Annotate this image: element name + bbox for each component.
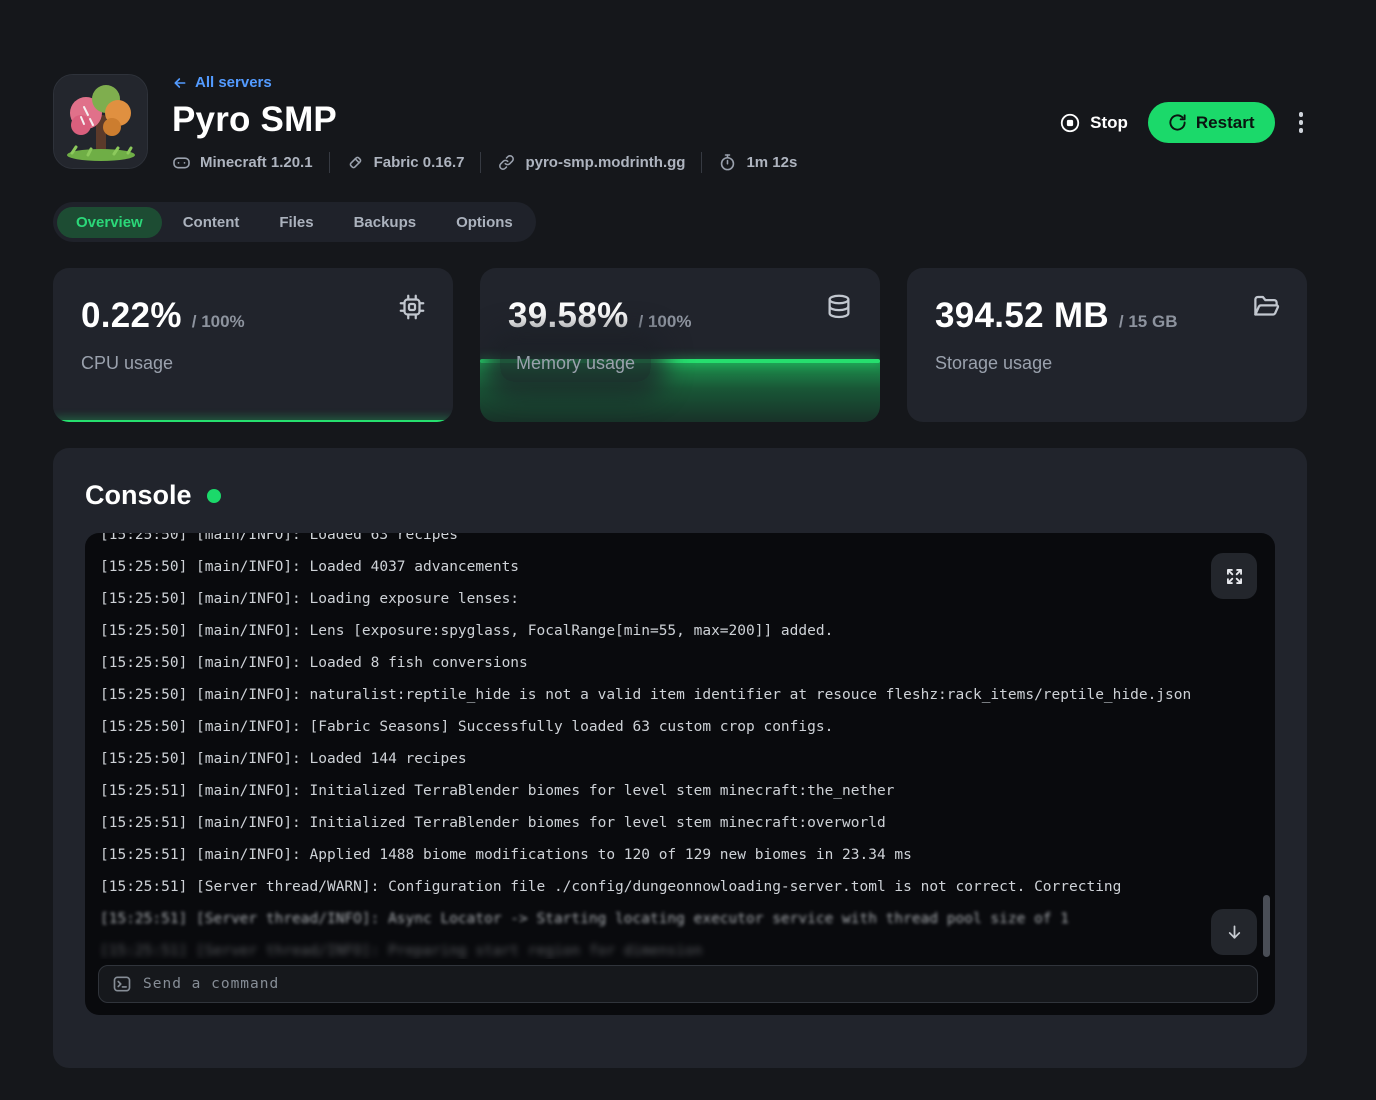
console-expand-button[interactable] (1211, 553, 1257, 599)
back-link-label: All servers (195, 74, 272, 91)
server-meta-row: Minecraft 1.20.1 Fabric 0.16.7 pyro-smp.… (172, 152, 797, 173)
cpu-usage-card: 0.22% / 100% CPU usage (53, 268, 453, 422)
back-to-all-servers-link[interactable]: All servers (172, 74, 272, 91)
cpu-usage-max: / 100% (192, 312, 245, 332)
tree-artwork-icon (54, 75, 148, 169)
command-input[interactable] (143, 976, 1244, 992)
page-title: Pyro SMP (172, 101, 797, 140)
divider (329, 152, 330, 173)
meta-uptime: 1m 12s (718, 153, 797, 172)
stats-row: 0.22% / 100% CPU usage 39.58% / 100% Mem… (53, 268, 1307, 422)
tab-options[interactable]: Options (437, 207, 532, 238)
cpu-usage-value: 0.22% (81, 296, 182, 336)
tab-overview[interactable]: Overview (57, 207, 162, 238)
flask-icon (346, 153, 365, 172)
terminal-icon (112, 974, 132, 994)
server-header: All servers Pyro SMP Minecraft 1.20.1 Fa… (53, 74, 1307, 173)
folder-open-icon (1251, 292, 1281, 322)
restart-button[interactable]: Restart (1148, 102, 1275, 143)
console-line: [15:25:50] [main/INFO]: Loaded 8 fish co… (100, 647, 1275, 679)
server-dashboard-page: All servers Pyro SMP Minecraft 1.20.1 Fa… (0, 0, 1376, 1100)
tab-files[interactable]: Files (260, 207, 332, 238)
console-line: [15:25:50] [main/INFO]: Loaded 4037 adva… (100, 551, 1275, 583)
timer-icon (718, 153, 737, 172)
cpu-usage-label: CPU usage (81, 353, 173, 374)
console-title: Console (85, 480, 192, 511)
stop-icon (1059, 112, 1081, 134)
cpu-chip-icon (397, 292, 427, 322)
server-icon (53, 74, 148, 169)
console-line: [15:25:50] [main/INFO]: Loaded 144 recip… (100, 743, 1275, 775)
meta-server-address: pyro-smp.modrinth.gg (497, 153, 685, 172)
link-icon (497, 153, 516, 172)
arrow-left-icon (172, 75, 188, 91)
stop-button-label: Stop (1090, 113, 1128, 133)
divider (480, 152, 481, 173)
command-input-row (98, 965, 1258, 1003)
restart-icon (1168, 113, 1187, 132)
console-line: [15:25:51] [main/INFO]: Initialized Terr… (100, 775, 1275, 807)
stop-button[interactable]: Stop (1059, 112, 1128, 134)
console-log: [15:25:50] [main/INFO]: Loaded 63 recipe… (100, 533, 1275, 959)
meta-label: pyro-smp.modrinth.gg (525, 154, 685, 171)
console-line: [15:25:51] [main/INFO]: Applied 1488 bio… (100, 839, 1275, 871)
console-scrollbar-thumb[interactable] (1263, 895, 1270, 957)
storage-usage-max: / 15 GB (1119, 312, 1178, 332)
storage-usage-card: 394.52 MB / 15 GB Storage usage (907, 268, 1307, 422)
storage-usage-label: Storage usage (935, 353, 1052, 374)
meta-label: Fabric 0.16.7 (374, 154, 465, 171)
console-line: [15:25:50] [main/INFO]: Loading exposure… (100, 583, 1275, 615)
meta-label: 1m 12s (746, 154, 797, 171)
console-line: [15:25:50] [main/INFO]: Lens [exposure:s… (100, 615, 1275, 647)
scroll-to-bottom-button[interactable] (1211, 909, 1257, 955)
memory-usage-max: / 100% (639, 312, 692, 332)
console-line: [15:25:51] [Server thread/INFO]: Prepari… (100, 935, 1275, 959)
tab-bar: Overview Content Files Backups Options (53, 202, 536, 242)
database-icon (824, 292, 854, 322)
console-line: [15:25:50] [main/INFO]: Loaded 63 recipe… (100, 533, 1275, 551)
restart-button-label: Restart (1196, 113, 1255, 133)
console-line: [15:25:50] [main/INFO]: naturalist:repti… (100, 679, 1275, 711)
tab-backups[interactable]: Backups (335, 207, 436, 238)
console-line: [15:25:50] [main/INFO]: [Fabric Seasons]… (100, 711, 1275, 743)
meta-loader-version: Fabric 0.16.7 (346, 153, 465, 172)
console-viewport[interactable]: [15:25:50] [main/INFO]: Loaded 63 recipe… (85, 533, 1275, 959)
header-actions: Stop Restart (1059, 102, 1307, 143)
console-line: [15:25:51] [main/INFO]: Initialized Terr… (100, 807, 1275, 839)
meta-label: Minecraft 1.20.1 (200, 154, 313, 171)
memory-usage-card: 39.58% / 100% Memory usage (480, 268, 880, 422)
gamepad-icon (172, 153, 191, 172)
expand-icon (1224, 566, 1245, 587)
arrow-down-icon (1224, 922, 1245, 943)
storage-usage-value: 394.52 MB (935, 296, 1109, 336)
console-line: [15:25:51] [Server thread/WARN]: Configu… (100, 871, 1275, 903)
divider (701, 152, 702, 173)
console-line: [15:25:51] [Server thread/INFO]: Async L… (100, 903, 1275, 935)
memory-usage-value: 39.58% (508, 296, 629, 336)
more-options-button[interactable] (1295, 106, 1308, 139)
console-status-dot (207, 489, 221, 503)
tab-content[interactable]: Content (164, 207, 259, 238)
console-box: [15:25:50] [main/INFO]: Loaded 63 recipe… (85, 533, 1275, 1015)
meta-game-version: Minecraft 1.20.1 (172, 153, 313, 172)
console-panel: Console [15:25:50] [main/INFO]: Loaded 6… (53, 448, 1307, 1068)
memory-usage-label: Memory usage (500, 345, 651, 382)
